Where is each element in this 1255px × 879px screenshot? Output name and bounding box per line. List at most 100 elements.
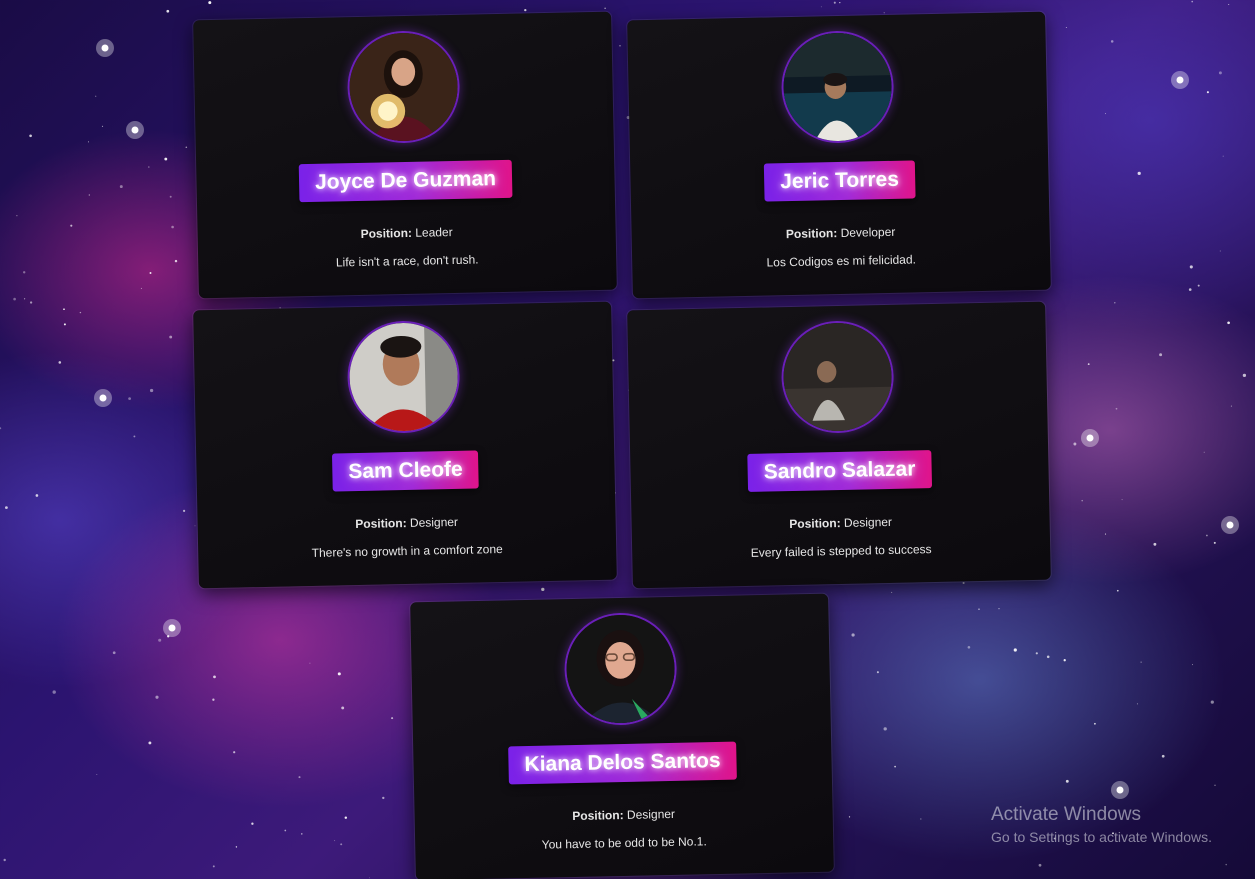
star	[35, 494, 39, 497]
bright-star-core	[131, 126, 139, 134]
member-avatar	[346, 29, 461, 145]
star	[166, 9, 170, 13]
star	[883, 12, 885, 14]
star	[1013, 648, 1017, 652]
star	[382, 796, 385, 800]
profile-photo	[565, 613, 676, 725]
star	[96, 773, 98, 776]
profile-photo	[348, 31, 459, 143]
member-position: Position: Designer	[415, 804, 833, 827]
star	[1219, 250, 1221, 252]
bright-star-core	[1176, 76, 1184, 84]
star	[1116, 589, 1119, 592]
star	[1094, 722, 1096, 725]
star	[1065, 26, 1067, 28]
star	[171, 225, 174, 229]
star	[251, 822, 254, 825]
star	[1191, 0, 1194, 3]
position-value: Designer	[409, 514, 459, 530]
bright-star-core	[168, 624, 176, 632]
star	[101, 125, 104, 127]
star	[167, 635, 170, 638]
star	[58, 361, 62, 364]
star	[1213, 541, 1216, 544]
star	[298, 776, 301, 779]
star	[1214, 784, 1216, 786]
star	[63, 308, 65, 311]
star	[0, 427, 2, 430]
star	[1104, 533, 1107, 535]
star	[194, 525, 196, 527]
star	[541, 587, 545, 592]
member-avatar	[780, 319, 895, 435]
star	[978, 608, 980, 610]
star	[612, 359, 615, 362]
star	[185, 146, 188, 148]
bright-star	[1171, 71, 1189, 89]
bright-star-core	[1116, 786, 1124, 794]
position-label: Position:	[789, 515, 841, 532]
star	[169, 335, 173, 339]
star	[619, 44, 621, 47]
member-card-jeric: Jeric Torres Position: Developer Los Cod…	[627, 11, 1051, 299]
star	[1228, 3, 1230, 6]
position-label: Position:	[785, 226, 838, 242]
star	[340, 843, 343, 846]
star	[1159, 353, 1163, 357]
star	[164, 157, 168, 161]
star	[1038, 863, 1042, 867]
bright-star	[1111, 781, 1129, 799]
star	[391, 717, 394, 720]
star	[23, 271, 26, 274]
member-position: Position: Leader	[198, 222, 616, 245]
star	[883, 727, 887, 731]
star	[1104, 113, 1107, 115]
star	[1218, 71, 1222, 75]
star	[29, 301, 33, 304]
star	[140, 287, 142, 289]
star	[208, 1, 212, 5]
bright-star	[1081, 429, 1099, 447]
profile-photo	[782, 321, 893, 433]
profile-photo	[782, 31, 893, 143]
activate-windows-watermark: Activate Windows Go to Settings to activ…	[991, 804, 1212, 848]
star	[52, 690, 56, 694]
member-quote: There's no growth in a comfort zone	[311, 541, 503, 560]
star	[1230, 405, 1232, 407]
star	[1227, 321, 1230, 325]
star	[212, 698, 215, 701]
star	[87, 141, 90, 143]
star	[128, 397, 131, 400]
star	[1137, 171, 1141, 176]
bright-star	[1221, 516, 1239, 534]
star	[79, 311, 82, 314]
star	[112, 651, 116, 655]
member-quote: Los Codigos es mi felicidad.	[766, 252, 917, 270]
star	[998, 608, 1000, 610]
star	[5, 506, 8, 509]
member-avatar	[346, 319, 461, 435]
star	[614, 492, 617, 494]
bright-star-core	[101, 44, 109, 52]
bright-star	[96, 39, 114, 57]
star	[1189, 265, 1193, 269]
star	[848, 816, 851, 818]
bright-star	[126, 121, 144, 139]
star	[24, 298, 26, 300]
star	[334, 840, 336, 842]
star	[148, 741, 152, 745]
member-card-sandro: Sandro Salazar Position: Designer Every …	[627, 301, 1051, 589]
member-position: Position: Developer	[632, 222, 1050, 245]
star	[820, 6, 822, 8]
star	[29, 134, 32, 138]
star	[1210, 700, 1214, 704]
star	[88, 194, 90, 196]
star	[119, 185, 123, 189]
star	[920, 818, 922, 820]
star	[63, 323, 66, 326]
star	[833, 1, 836, 4]
member-name-badge: Sandro Salazar	[747, 450, 932, 492]
star	[13, 297, 16, 301]
star	[1121, 499, 1123, 501]
star	[1222, 155, 1224, 157]
